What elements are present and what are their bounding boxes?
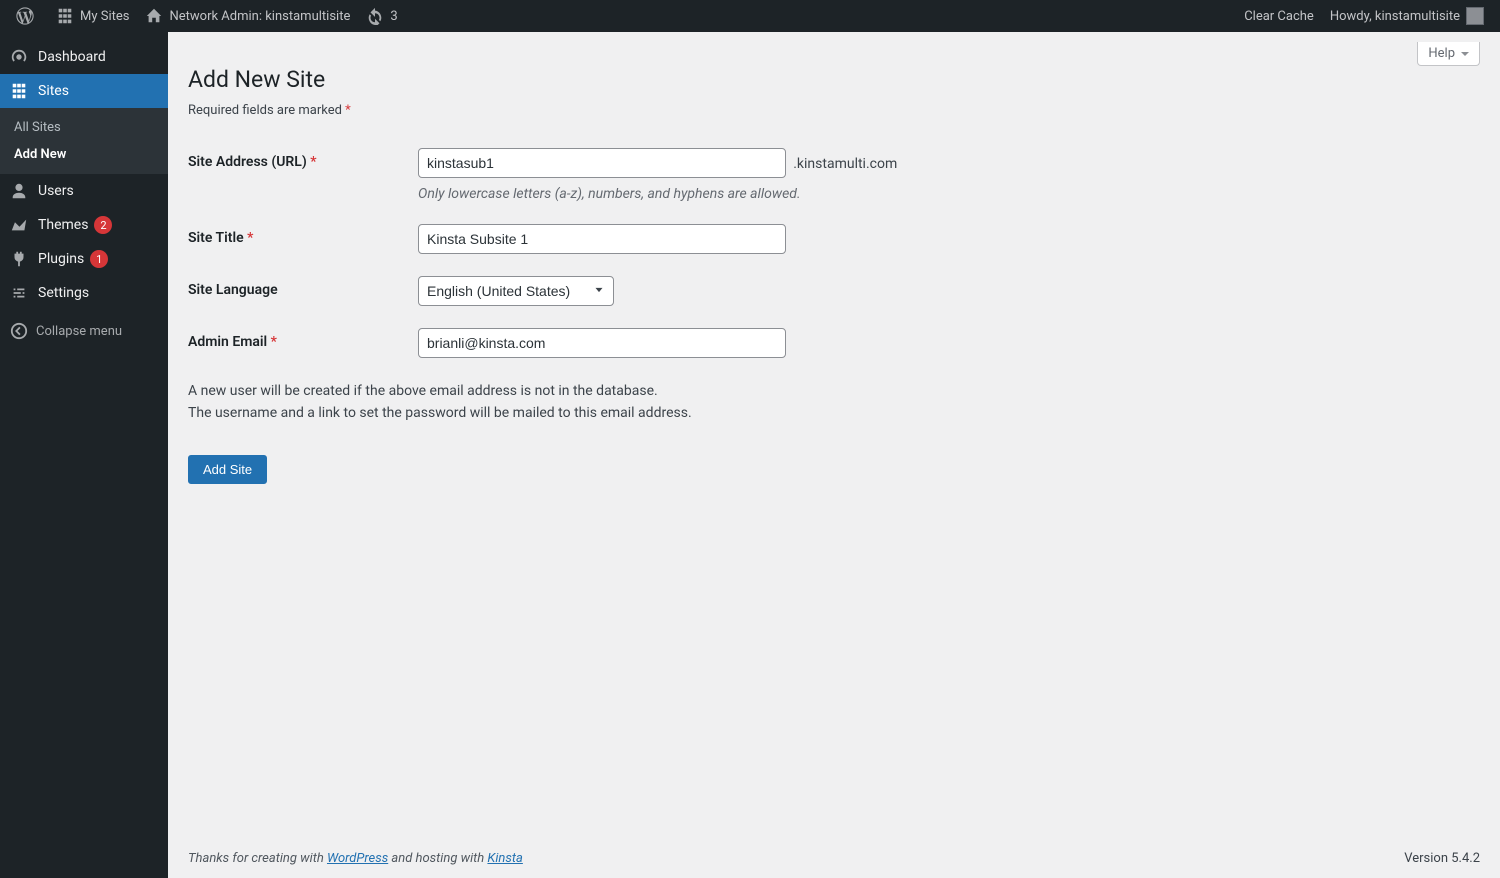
site-language-select[interactable]: English (United States)	[418, 276, 614, 306]
required-star: *	[345, 103, 351, 118]
dashboard-icon	[10, 48, 30, 66]
wordpress-logo-icon	[16, 7, 34, 25]
themes-icon	[10, 216, 30, 234]
info-line-2: The username and a link to set the passw…	[188, 402, 1480, 424]
site-address-label: Site Address (URL) *	[188, 148, 418, 170]
nav-settings-label: Settings	[38, 285, 89, 301]
nav-dashboard[interactable]: Dashboard	[0, 40, 168, 74]
nav-users-label: Users	[38, 183, 74, 199]
wordpress-link[interactable]: WordPress	[327, 851, 388, 866]
howdy-text: Howdy, kinstamultisite	[1330, 9, 1460, 24]
footer-version: Version 5.4.2	[1404, 851, 1480, 866]
footer-thanks: Thanks for creating with WordPress and h…	[188, 851, 523, 866]
site-address-input[interactable]	[418, 148, 786, 178]
settings-icon	[10, 284, 30, 302]
main-content: Help Add New Site Required fields are ma…	[168, 32, 1500, 878]
admin-footer: Thanks for creating with WordPress and h…	[188, 851, 1480, 866]
clear-cache-button[interactable]: Clear Cache	[1236, 0, 1322, 32]
network-admin-link[interactable]: Network Admin: kinstamultisite	[137, 0, 358, 32]
info-line-1: A new user will be created if the above …	[188, 380, 1480, 402]
kinsta-link[interactable]: Kinsta	[487, 851, 522, 866]
nav-themes-label: Themes	[38, 217, 88, 233]
help-label: Help	[1428, 46, 1455, 61]
users-icon	[10, 182, 30, 200]
admin-email-input[interactable]	[418, 328, 786, 358]
collapse-menu[interactable]: Collapse menu	[0, 314, 168, 348]
help-tab[interactable]: Help	[1417, 42, 1480, 66]
updates-count: 3	[390, 9, 397, 24]
account-menu[interactable]: Howdy, kinstamultisite	[1322, 0, 1492, 32]
page-title: Add New Site	[188, 66, 1480, 93]
site-address-suffix: .kinstamulti.com	[793, 156, 897, 172]
nav-sites-label: Sites	[38, 83, 69, 99]
my-sites-label: My Sites	[80, 9, 129, 24]
required-note: Required fields are marked *	[188, 103, 1480, 118]
themes-badge: 2	[94, 216, 112, 234]
row-site-address: Site Address (URL) * .kinstamulti.com On…	[188, 148, 1480, 202]
collapse-label: Collapse menu	[36, 324, 122, 339]
sites-icon	[56, 7, 74, 25]
site-address-description: Only lowercase letters (a-z), numbers, a…	[418, 186, 1480, 202]
chevron-down-icon	[1461, 52, 1469, 60]
avatar-icon	[1466, 7, 1484, 25]
admin-email-label: Admin Email *	[188, 328, 418, 350]
admin-toolbar: My Sites Network Admin: kinstamultisite …	[0, 0, 1500, 32]
nav-sites-submenu: All Sites Add New	[0, 108, 168, 174]
site-title-label: Site Title *	[188, 224, 418, 246]
site-title-input[interactable]	[418, 224, 786, 254]
nav-users[interactable]: Users	[0, 174, 168, 208]
admin-sidebar: Dashboard Sites All Sites Add New Users …	[0, 32, 168, 878]
row-site-title: Site Title *	[188, 224, 1480, 254]
nav-themes[interactable]: Themes 2	[0, 208, 168, 242]
subnav-add-new[interactable]: Add New	[0, 141, 168, 168]
plugins-badge: 1	[90, 250, 108, 268]
info-text: A new user will be created if the above …	[188, 380, 1480, 425]
nav-dashboard-label: Dashboard	[38, 49, 106, 65]
row-site-language: Site Language English (United States)	[188, 276, 1480, 306]
wp-logo[interactable]	[8, 0, 48, 32]
subnav-all-sites[interactable]: All Sites	[0, 114, 168, 141]
nav-settings[interactable]: Settings	[0, 276, 168, 310]
updates-indicator[interactable]: 3	[358, 0, 405, 32]
my-sites-menu[interactable]: My Sites	[48, 0, 137, 32]
network-admin-label: Network Admin: kinstamultisite	[169, 9, 350, 24]
site-language-label: Site Language	[188, 276, 418, 298]
nav-sites[interactable]: Sites	[0, 74, 168, 108]
nav-plugins-label: Plugins	[38, 251, 84, 267]
collapse-icon	[10, 322, 28, 340]
plugins-icon	[10, 250, 30, 268]
nav-plugins[interactable]: Plugins 1	[0, 242, 168, 276]
home-icon	[145, 7, 163, 25]
update-icon	[366, 7, 384, 25]
sites-icon	[10, 82, 30, 100]
add-site-button[interactable]: Add Site	[188, 455, 267, 484]
row-admin-email: Admin Email *	[188, 328, 1480, 358]
